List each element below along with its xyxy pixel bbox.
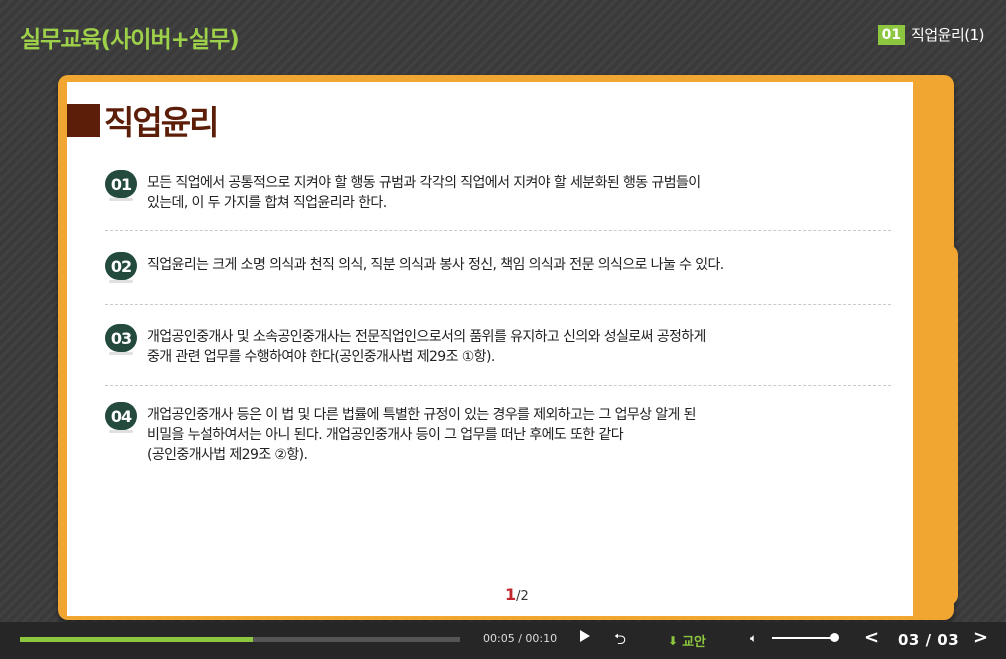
slide-heading: 직업윤리 — [67, 100, 219, 142]
item-text: 모든 직업에서 공통적으로 지켜야 할 행동 규범과 각각의 직업에서 지켜야 … — [147, 175, 701, 211]
download-icon: ⬇ — [668, 633, 679, 648]
item-text: 개업공인중개사 및 소속공인중개사는 전문직업인으로서의 품위를 유지하고 신의… — [147, 329, 706, 365]
download-lecture-notes-button[interactable]: ⬇ 교안 — [668, 631, 706, 651]
item-text: 개업공인중개사 등은 이 법 및 다른 법률에 특별한 규정이 있는 경우를 제… — [147, 407, 697, 463]
item-number-badge: 04 — [105, 402, 137, 433]
page-current: 1 — [505, 585, 517, 604]
slide-content: 직업윤리 01 모든 직업에서 공통적으로 지켜야 할 행동 규범과 각각의 직… — [67, 82, 913, 616]
volume-icon[interactable]: 🔈︎ — [750, 631, 757, 646]
player-control-bar: 00:05 / 00:10 ⮌ ⬇ 교안 🔈︎ < 03 / 03 > — [0, 622, 1006, 659]
page-indicator: 03 / 03 — [898, 631, 960, 649]
item-number-badge: 01 — [105, 170, 137, 201]
progress-bar[interactable] — [20, 637, 460, 642]
download-label: 교안 — [682, 635, 706, 650]
list-item: 01 모든 직업에서 공통적으로 지켜야 할 행동 규범과 각각의 직업에서 지… — [105, 170, 891, 213]
list-item: 02 직업윤리는 크게 소명 의식과 천직 의식, 직분 의식과 봉사 정신, … — [105, 252, 891, 283]
divider — [105, 304, 891, 305]
heading-marker-icon — [67, 103, 100, 137]
chapter-indicator: 01 직업윤리(1) — [877, 24, 984, 45]
divider — [105, 385, 891, 386]
item-number-badge: 02 — [105, 252, 137, 283]
divider — [105, 230, 891, 231]
volume-slider[interactable] — [772, 637, 832, 639]
time-display: 00:05 / 00:10 — [483, 632, 558, 645]
folder-tab — [930, 245, 958, 605]
list-item: 04 개업공인중개사 등은 이 법 및 다른 법률에 특별한 규정이 있는 경우… — [105, 402, 891, 465]
slide-pagination: 1/2 — [505, 585, 529, 604]
top-bar: 실무교육(사이버+실무) 01 직업윤리(1) — [0, 0, 1006, 62]
volume-slider-knob[interactable] — [830, 633, 839, 642]
list-item: 03 개업공인중개사 및 소속공인중개사는 전문직업인으로서의 품위를 유지하고… — [105, 324, 891, 367]
page-total: /2 — [516, 589, 529, 604]
play-icon[interactable] — [580, 630, 594, 646]
item-text: 직업윤리는 크게 소명 의식과 천직 의식, 직분 의식과 봉사 정신, 책임 … — [147, 257, 724, 273]
replay-icon[interactable]: ⮌ — [614, 629, 626, 654]
slide-heading-text: 직업윤리 — [104, 103, 219, 142]
item-number-badge: 03 — [105, 324, 137, 355]
chapter-title: 직업윤리(1) — [911, 26, 984, 44]
chevron-right-icon[interactable]: > — [973, 627, 988, 648]
chevron-left-icon[interactable]: < — [864, 627, 879, 648]
chapter-number-badge: 01 — [877, 24, 906, 45]
progress-fill — [20, 637, 254, 642]
course-title: 실무교육(사이버+실무) — [20, 27, 240, 53]
